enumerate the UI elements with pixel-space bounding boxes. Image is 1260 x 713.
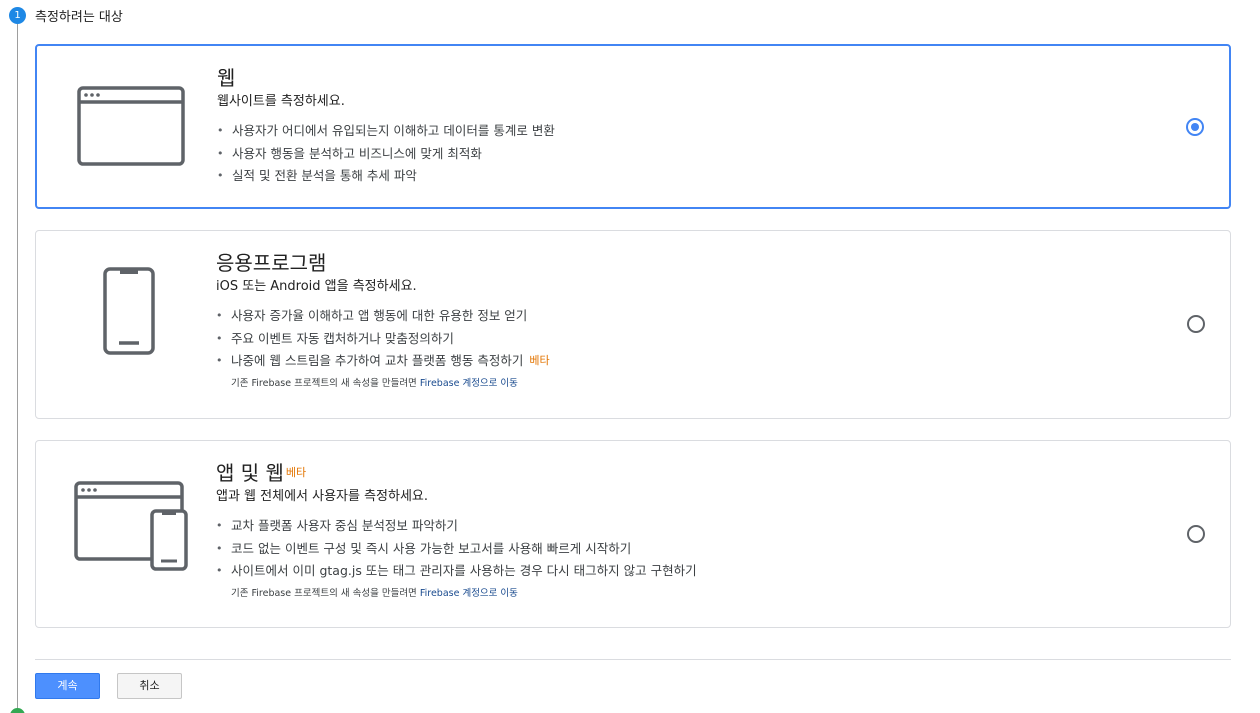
feature-list: 사용자가 어디에서 유입되는지 이해하고 데이터를 통계로 변환 사용자 행동을…	[217, 120, 555, 188]
option-subtitle: 웹사이트를 측정하세요.	[217, 94, 345, 109]
continue-button[interactable]: 계속	[35, 673, 100, 699]
feature-list: 교차 플랫폼 사용자 중심 분석정보 파악하기 코드 없는 이벤트 구성 및 즉…	[216, 515, 697, 583]
option-card-web[interactable]: 웹 웹사이트를 측정하세요. 사용자가 어디에서 유입되는지 이해하고 데이터를…	[35, 44, 1231, 209]
browser-window-icon	[77, 86, 185, 170]
list-item: 코드 없는 이벤트 구성 및 즉시 사용 가능한 보고서를 사용해 빠르게 시작…	[216, 538, 697, 561]
cancel-button[interactable]: 취소	[117, 673, 182, 699]
option-title: 웹	[217, 66, 236, 90]
option-title: 앱 및 웹	[216, 461, 284, 485]
beta-badge: 베타	[529, 354, 550, 367]
feature-list: 사용자 증가율 이해하고 앱 행동에 대한 유용한 정보 얻기 주요 이벤트 자…	[216, 305, 550, 373]
step-title: 측정하려는 대상	[35, 10, 123, 25]
radio-web[interactable]	[1186, 118, 1204, 136]
list-item: 교차 플랫폼 사용자 중심 분석정보 파악하기	[216, 515, 697, 538]
radio-app-and-web[interactable]	[1187, 525, 1205, 543]
stepper-line	[17, 24, 18, 713]
list-item: 사이트에서 이미 gtag.js 또는 태그 관리자를 사용하는 경우 다시 태…	[216, 560, 697, 583]
list-item: 사용자가 어디에서 유입되는지 이해하고 데이터를 통계로 변환	[217, 120, 555, 143]
firebase-note: 기존 Firebase 프로젝트의 새 속성을 만들려면 Firebase 계정…	[231, 585, 697, 599]
divider	[35, 659, 1231, 660]
smartphone-icon	[103, 267, 157, 359]
step-number-badge: 1	[9, 7, 26, 24]
firebase-note-text: 기존 Firebase 프로젝트의 새 속성을 만들려면	[231, 377, 420, 389]
firebase-note-text: 기존 Firebase 프로젝트의 새 속성을 만들려면	[231, 587, 420, 599]
list-item: 사용자 증가율 이해하고 앱 행동에 대한 유용한 정보 얻기	[216, 305, 550, 328]
firebase-account-link[interactable]: Firebase 계정으로 이동	[420, 378, 518, 389]
list-item: 실적 및 전환 분석을 통해 추세 파악	[217, 165, 555, 188]
option-title: 응용프로그램	[216, 251, 327, 275]
radio-app[interactable]	[1187, 315, 1205, 333]
list-item-text: 나중에 웹 스트림을 추가하여 교차 플랫폼 행동 측정하기	[231, 353, 524, 368]
next-step-badge	[10, 708, 25, 713]
option-subtitle: iOS 또는 Android 앱을 측정하세요.	[216, 279, 417, 294]
option-card-app[interactable]: 응용프로그램 iOS 또는 Android 앱을 측정하세요. 사용자 증가율 …	[35, 230, 1231, 419]
browser-and-phone-icon	[74, 481, 188, 575]
list-item: 주요 이벤트 자동 캡처하거나 맞춤정의하기	[216, 328, 550, 351]
list-item: 나중에 웹 스트림을 추가하여 교차 플랫폼 행동 측정하기 베타	[216, 350, 550, 373]
option-subtitle: 앱과 웹 전체에서 사용자를 측정하세요.	[216, 489, 429, 504]
list-item: 사용자 행동을 분석하고 비즈니스에 맞게 최적화	[217, 143, 555, 166]
firebase-note: 기존 Firebase 프로젝트의 새 속성을 만들려면 Firebase 계정…	[231, 375, 550, 389]
firebase-account-link[interactable]: Firebase 계정으로 이동	[420, 588, 518, 599]
beta-badge: 베타	[285, 466, 307, 479]
option-title-row: 앱 및 웹 베타	[216, 461, 697, 485]
option-card-app-and-web[interactable]: 앱 및 웹베타 앱과 웹 전체에서 사용자를 측정하세요. 교차 플랫폼 사용자…	[35, 440, 1231, 628]
